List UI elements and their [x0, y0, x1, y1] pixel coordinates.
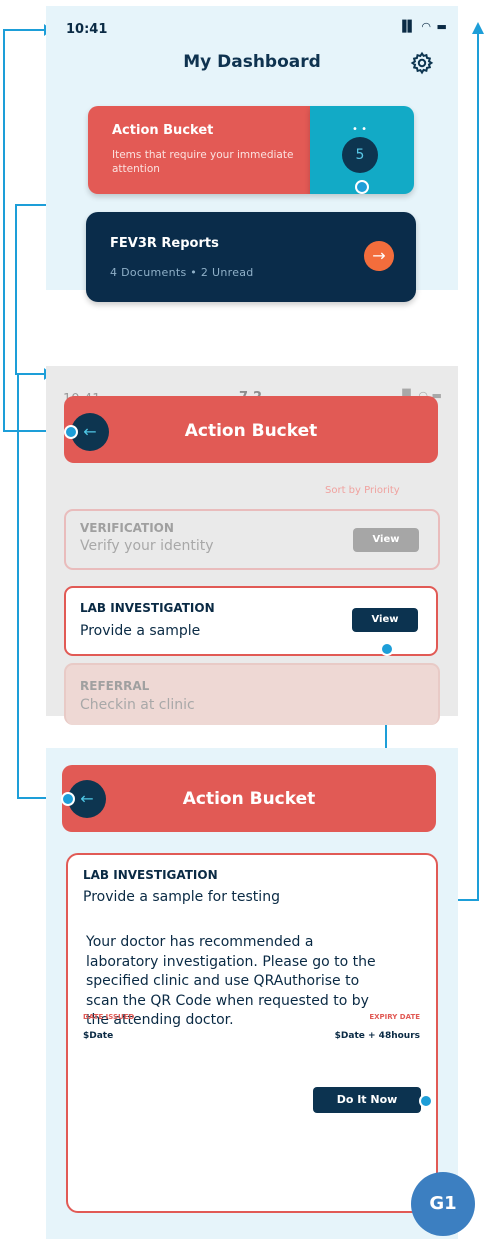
- item-subtitle: Checkin at clinic: [80, 697, 195, 713]
- sort-by-priority[interactable]: Sort by Priority: [325, 485, 400, 496]
- status-icons: ▐▌ ◠ ▬: [398, 20, 448, 33]
- action-bucket-title: Action Bucket: [112, 123, 214, 138]
- fev3r-title: FEV3R Reports: [110, 236, 219, 251]
- connector-dot: [419, 1094, 433, 1108]
- connector-dot: [61, 792, 75, 806]
- header-title: Action Bucket: [182, 789, 316, 809]
- item-title: VERIFICATION: [80, 521, 174, 535]
- view-button[interactable]: View: [353, 528, 419, 552]
- connector-dot: [380, 642, 394, 656]
- screen-id-badge: G1: [411, 1172, 475, 1236]
- status-time: 10:41: [66, 22, 108, 37]
- gear-icon[interactable]: [410, 51, 434, 75]
- do-it-now-button[interactable]: Do It Now: [313, 1087, 421, 1113]
- arrow-right-icon[interactable]: →: [364, 241, 394, 271]
- date-issued-value: $Date: [83, 1031, 114, 1041]
- view-button[interactable]: View: [352, 608, 418, 632]
- list-item[interactable]: [64, 663, 440, 725]
- expiry-date-value: $Date + 48hours: [334, 1031, 420, 1041]
- date-issued-label: DATE ISSUED: [83, 1013, 135, 1021]
- item-subtitle: Verify your identity: [80, 538, 214, 554]
- item-title: REFERRAL: [80, 679, 150, 693]
- expiry-date-label: EXPIRY DATE: [369, 1013, 420, 1021]
- detail-title: LAB INVESTIGATION: [83, 868, 218, 882]
- item-subtitle: Provide a sample: [80, 623, 201, 639]
- detail-subtitle: Provide a sample for testing: [83, 889, 280, 905]
- connector-dot: [355, 180, 369, 194]
- item-title: LAB INVESTIGATION: [80, 601, 215, 615]
- action-bucket-subtitle: Items that require your immediate attent…: [112, 149, 294, 175]
- activity-dots: • •: [352, 124, 367, 135]
- connector-dot: [64, 425, 78, 439]
- page-title: My Dashboard: [183, 52, 321, 72]
- action-count-badge[interactable]: 5: [342, 137, 378, 173]
- header-title: Action Bucket: [184, 421, 318, 441]
- fev3r-meta: 4 Documents • 2 Unread: [110, 266, 254, 279]
